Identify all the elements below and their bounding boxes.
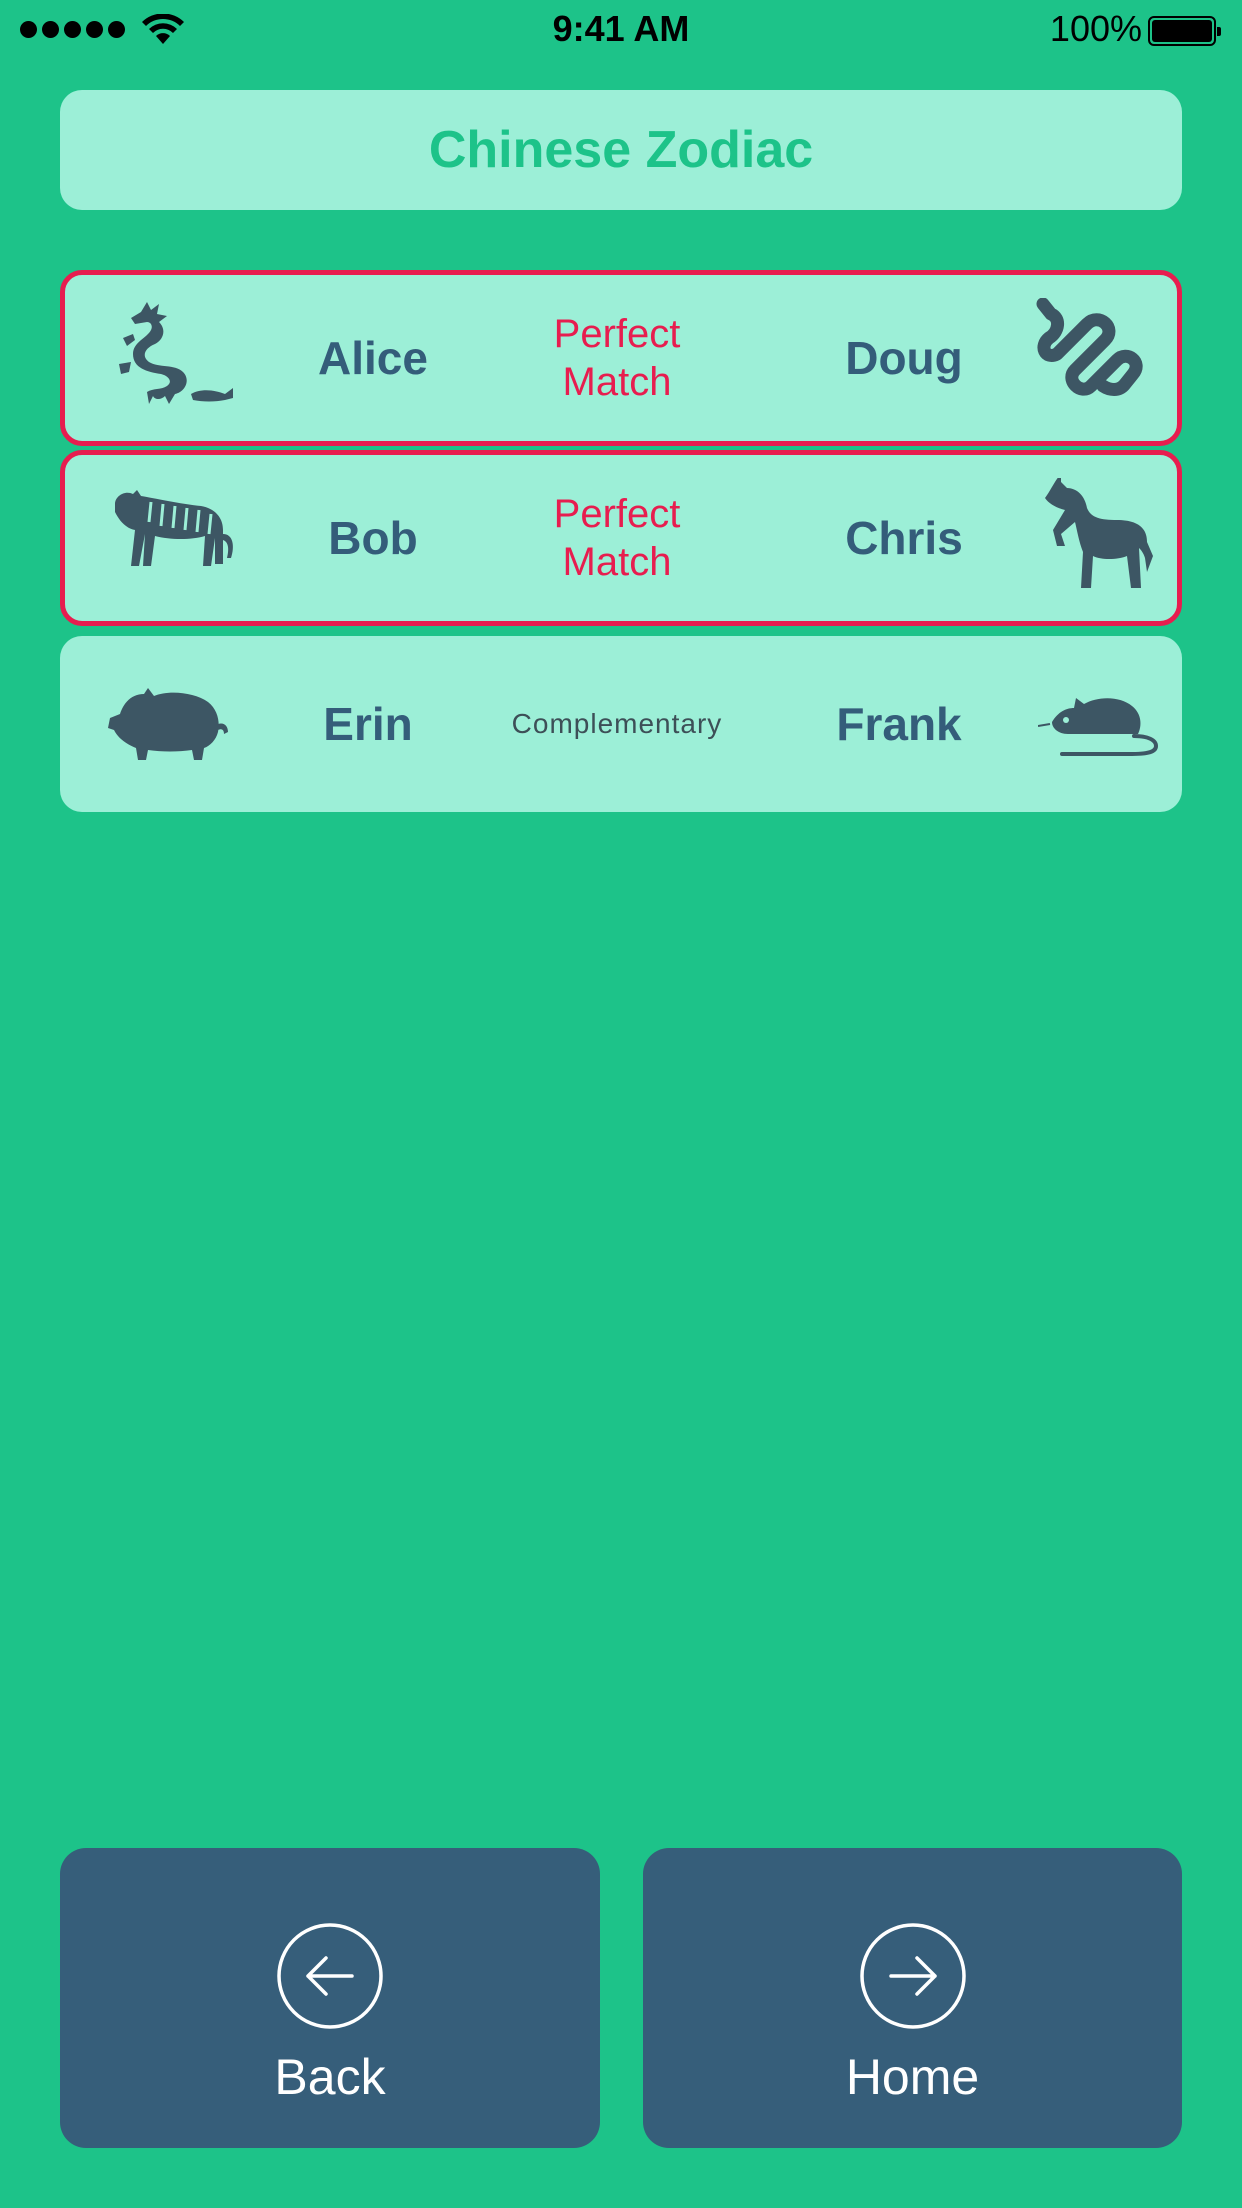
person-name-right: Doug	[845, 332, 963, 384]
match-row-2[interactable]: Bob Perfect Match Chris	[60, 450, 1182, 626]
match-result: Perfect Match	[553, 492, 681, 584]
dragon-icon	[111, 298, 235, 418]
arrow-left-circle-icon	[277, 1923, 383, 2029]
match-result: Complementary	[511, 708, 723, 739]
battery-icon	[1148, 16, 1221, 46]
home-button[interactable]: Home	[643, 1848, 1182, 2148]
match-row-3[interactable]: Erin Complementary Frank	[60, 636, 1182, 812]
status-bar: 9:41 AM 100%	[0, 0, 1242, 60]
person-name-left: Alice	[318, 332, 428, 384]
person-name-right: Frank	[836, 698, 962, 750]
back-button[interactable]: Back	[60, 1848, 600, 2148]
person-name-left: Bob	[328, 512, 418, 564]
match-result: Perfect Match	[553, 312, 681, 404]
home-label: Home	[845, 2049, 980, 2105]
match-row-1[interactable]: Alice Perfect Match Doug	[60, 270, 1182, 446]
horse-icon	[1033, 474, 1157, 598]
page-title: Chinese Zodiac	[428, 121, 814, 179]
arrow-right-circle-icon	[859, 1923, 966, 2029]
tiger-icon	[111, 478, 235, 598]
battery-percentage: 100%	[1049, 8, 1142, 49]
title-card: Chinese Zodiac	[60, 90, 1182, 210]
pig-icon	[106, 664, 230, 784]
person-name-right: Chris	[845, 512, 963, 564]
back-label: Back	[274, 2049, 386, 2105]
person-name-left: Erin	[323, 698, 413, 750]
rat-icon	[1037, 664, 1162, 784]
snake-icon	[1033, 297, 1157, 418]
